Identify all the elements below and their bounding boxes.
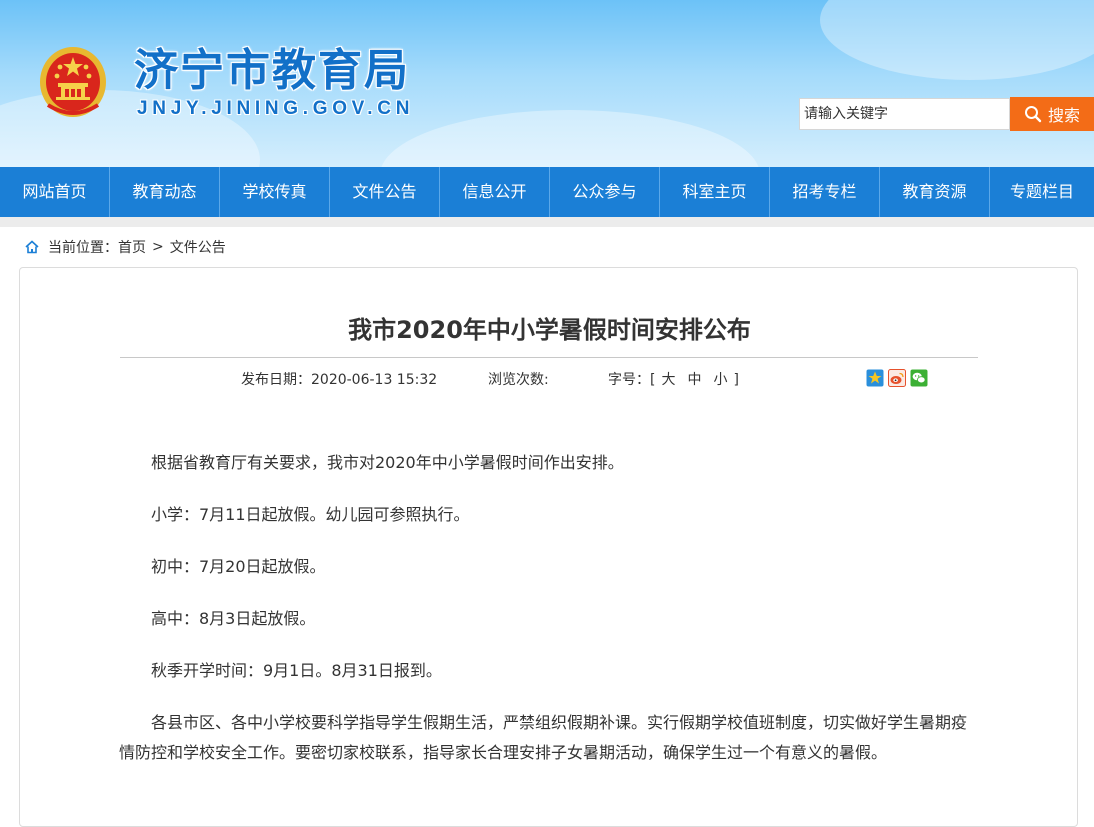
breadcrumb-home-link[interactable]: 首页: [118, 237, 146, 257]
article-paragraph: 根据省教育厅有关要求，我市对2020年中小学暑假时间作出安排。: [151, 453, 624, 472]
wechat-icon[interactable]: [910, 369, 928, 387]
search-button-label: 搜索: [1047, 106, 1080, 125]
breadcrumb-label: 当前位置：: [48, 240, 118, 256]
font-size-small-button[interactable]: 小: [713, 372, 727, 388]
qzone-icon[interactable]: [866, 369, 884, 387]
article-panel: 我市2020年中小学暑假时间安排公布 发布日期：2020-06-13 15:32…: [19, 267, 1078, 827]
article-paragraph: 高中：8月3日起放假。: [151, 609, 316, 628]
view-count-label: 浏览次数:: [488, 372, 549, 388]
article-paragraph: 秋季开学时间：9月1日。8月31日报到。: [151, 661, 442, 680]
nav-item-public-info[interactable]: 信息公开: [440, 167, 550, 217]
site-header: 济宁市教育局 JNJY.JINING.GOV.CN: [0, 0, 1094, 167]
search-button[interactable]: 搜索: [1010, 97, 1094, 131]
article-title: 我市2020年中小学暑假时间安排公布: [348, 316, 751, 344]
nav-item-resources[interactable]: 教育资源: [880, 167, 990, 217]
breadcrumb-current-link[interactable]: 文件公告: [170, 237, 226, 257]
publish-date-label: 发布日期：: [241, 372, 311, 388]
nav-item-education-news[interactable]: 教育动态: [110, 167, 220, 217]
nav-item-school-news[interactable]: 学校传真: [220, 167, 330, 217]
nav-item-public-participation[interactable]: 公众参与: [550, 167, 660, 217]
main-nav: 网站首页 教育动态 学校传真 文件公告 信息公开 公众参与 科室主页 招考专栏 …: [0, 167, 1094, 217]
share-buttons: [866, 369, 928, 387]
header-cloud-decoration: [820, 0, 1094, 80]
publish-date-value: 2020-06-13 15:32: [311, 372, 438, 388]
nav-item-special-topics[interactable]: 专题栏目: [990, 167, 1094, 217]
font-size-bracket-open: [: [650, 372, 656, 388]
home-icon: [25, 240, 39, 254]
nav-item-notices[interactable]: 文件公告: [330, 167, 440, 217]
breadcrumb-separator: >: [152, 239, 164, 255]
breadcrumb: 当前位置： 首页 > 文件公告: [24, 236, 226, 258]
font-size-large-button[interactable]: 大: [661, 372, 675, 388]
font-size-label: 字号：: [608, 372, 650, 388]
publish-date: 发布日期：2020-06-13 15:32: [241, 370, 437, 390]
search-input[interactable]: [799, 98, 1010, 130]
article-paragraph: 初中：7月20日起放假。: [151, 557, 326, 576]
site-title: 济宁市教育局: [134, 45, 410, 96]
search-icon: [1024, 106, 1042, 123]
font-size-bracket-close: ]: [733, 372, 739, 388]
title-divider: [120, 357, 978, 358]
font-size-control: 字号：[ 大中小]: [608, 370, 739, 390]
national-emblem-logo: [40, 47, 106, 117]
article-body: 根据省教育厅有关要求，我市对2020年中小学暑假时间作出安排。 小学：7月11日…: [119, 448, 979, 790]
nav-item-exams[interactable]: 招考专栏: [770, 167, 880, 217]
article-paragraph: 小学：7月11日起放假。幼儿园可参照执行。: [151, 505, 470, 524]
view-count: 浏览次数:: [488, 370, 549, 390]
article-paragraph: 各县市区、各中小学校要科学指导学生假期生活，严禁组织假期补课。实行假期学校值班制…: [119, 713, 968, 762]
site-domain: JNJY.JINING.GOV.CN: [137, 98, 415, 119]
weibo-icon[interactable]: [888, 369, 906, 387]
font-size-medium-button[interactable]: 中: [687, 372, 701, 388]
header-cloud-decoration: [380, 110, 760, 167]
nav-item-department-pages[interactable]: 科室主页: [660, 167, 770, 217]
nav-item-home[interactable]: 网站首页: [0, 167, 110, 217]
nav-underbar: [0, 217, 1094, 227]
